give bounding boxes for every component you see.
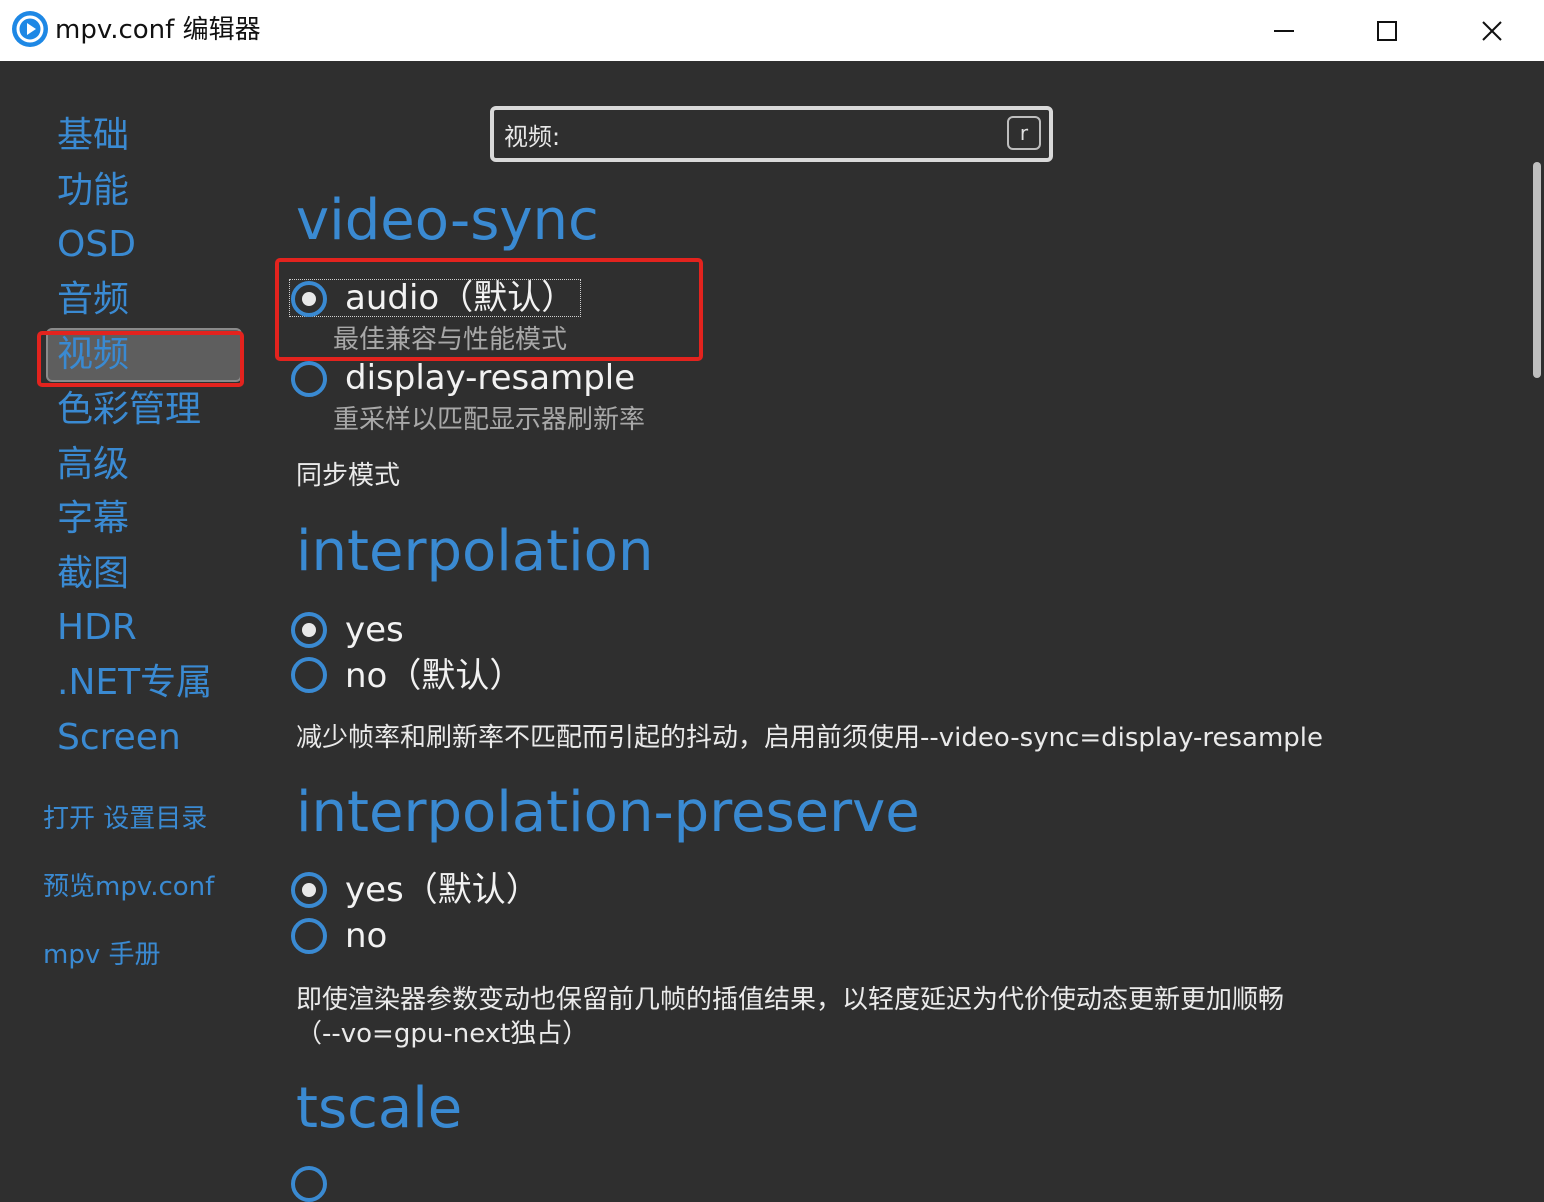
option-label[interactable]: yes bbox=[345, 608, 404, 652]
mpv-manual-link[interactable]: mpv 手册 bbox=[43, 938, 160, 972]
radio-interpolation-preserve-yes[interactable] bbox=[291, 872, 327, 908]
section-help-text: 同步模式 bbox=[296, 461, 401, 491]
sidebar-item-screen[interactable]: Screen bbox=[57, 716, 181, 760]
maximize-button[interactable] bbox=[1337, 0, 1437, 61]
section-help-text: 即使渲染器参数变动也保留前几帧的插值结果，以轻度延迟为代价使动态更新更加顺畅 bbox=[296, 985, 1285, 1015]
sidebar-item-advanced[interactable]: 高级 bbox=[57, 443, 129, 487]
option-label[interactable]: audio（默认） bbox=[345, 276, 575, 320]
sidebar-item-video[interactable]: 视频 bbox=[57, 333, 129, 377]
option-description: 重采样以匹配显示器刷新率 bbox=[333, 405, 646, 435]
option-description: 最佳兼容与性能模式 bbox=[333, 325, 568, 355]
close-button[interactable] bbox=[1442, 0, 1542, 61]
option-label[interactable]: no bbox=[345, 914, 387, 958]
sidebar-item-hdr[interactable]: HDR bbox=[57, 606, 137, 650]
sidebar-item-dotnet[interactable]: .NET专属 bbox=[57, 661, 212, 705]
radio-interpolation-yes[interactable] bbox=[291, 612, 327, 648]
mpv-app-icon bbox=[12, 11, 48, 47]
minimize-button[interactable] bbox=[1234, 0, 1334, 61]
section-title-tscale: tscale bbox=[296, 1076, 463, 1141]
title-bar: mpv.conf 编辑器 bbox=[0, 0, 1544, 61]
section-title-interpolation-preserve: interpolation-preserve bbox=[296, 780, 920, 845]
shortcut-key-hint: r bbox=[1007, 116, 1041, 150]
sidebar-item-audio[interactable]: 音频 bbox=[57, 278, 129, 322]
sidebar-item-subtitles[interactable]: 字幕 bbox=[57, 497, 129, 541]
sidebar-item-osd[interactable]: OSD bbox=[57, 223, 136, 267]
sidebar-item-features[interactable]: 功能 bbox=[57, 169, 129, 213]
radio-interpolation-no[interactable] bbox=[291, 657, 327, 693]
open-settings-folder-link[interactable]: 打开 设置目录 bbox=[43, 802, 207, 836]
option-label[interactable]: no（默认） bbox=[345, 654, 523, 698]
sidebar-item-color-management[interactable]: 色彩管理 bbox=[57, 388, 201, 432]
search-box: r bbox=[490, 106, 1053, 162]
sidebar-item-screenshot[interactable]: 截图 bbox=[57, 552, 129, 596]
radio-video-sync-display-resample[interactable] bbox=[291, 361, 327, 397]
option-label[interactable]: yes（默认） bbox=[345, 868, 540, 912]
option-label[interactable]: display-resample bbox=[345, 356, 635, 400]
radio-interpolation-preserve-no[interactable] bbox=[291, 918, 327, 954]
maximize-icon bbox=[1377, 20, 1397, 41]
section-help-text: 减少帧率和刷新率不匹配而引起的抖动，启用前须使用--video-sync=dis… bbox=[296, 723, 1324, 753]
section-title-video-sync: video-sync bbox=[296, 188, 599, 253]
preview-mpv-conf-link[interactable]: 预览mpv.conf bbox=[43, 870, 214, 904]
radio-video-sync-audio[interactable] bbox=[291, 281, 327, 317]
radio-tscale-first-option[interactable] bbox=[291, 1166, 327, 1202]
minimize-icon bbox=[1274, 29, 1294, 32]
search-input[interactable] bbox=[504, 116, 984, 152]
scrollbar-thumb[interactable] bbox=[1533, 162, 1541, 378]
section-help-text-line2: （--vo=gpu-next独占） bbox=[296, 1019, 589, 1049]
window-title: mpv.conf 编辑器 bbox=[55, 15, 261, 45]
close-icon bbox=[1482, 20, 1502, 41]
sidebar-item-basic[interactable]: 基础 bbox=[57, 114, 129, 158]
section-title-interpolation: interpolation bbox=[296, 519, 654, 584]
